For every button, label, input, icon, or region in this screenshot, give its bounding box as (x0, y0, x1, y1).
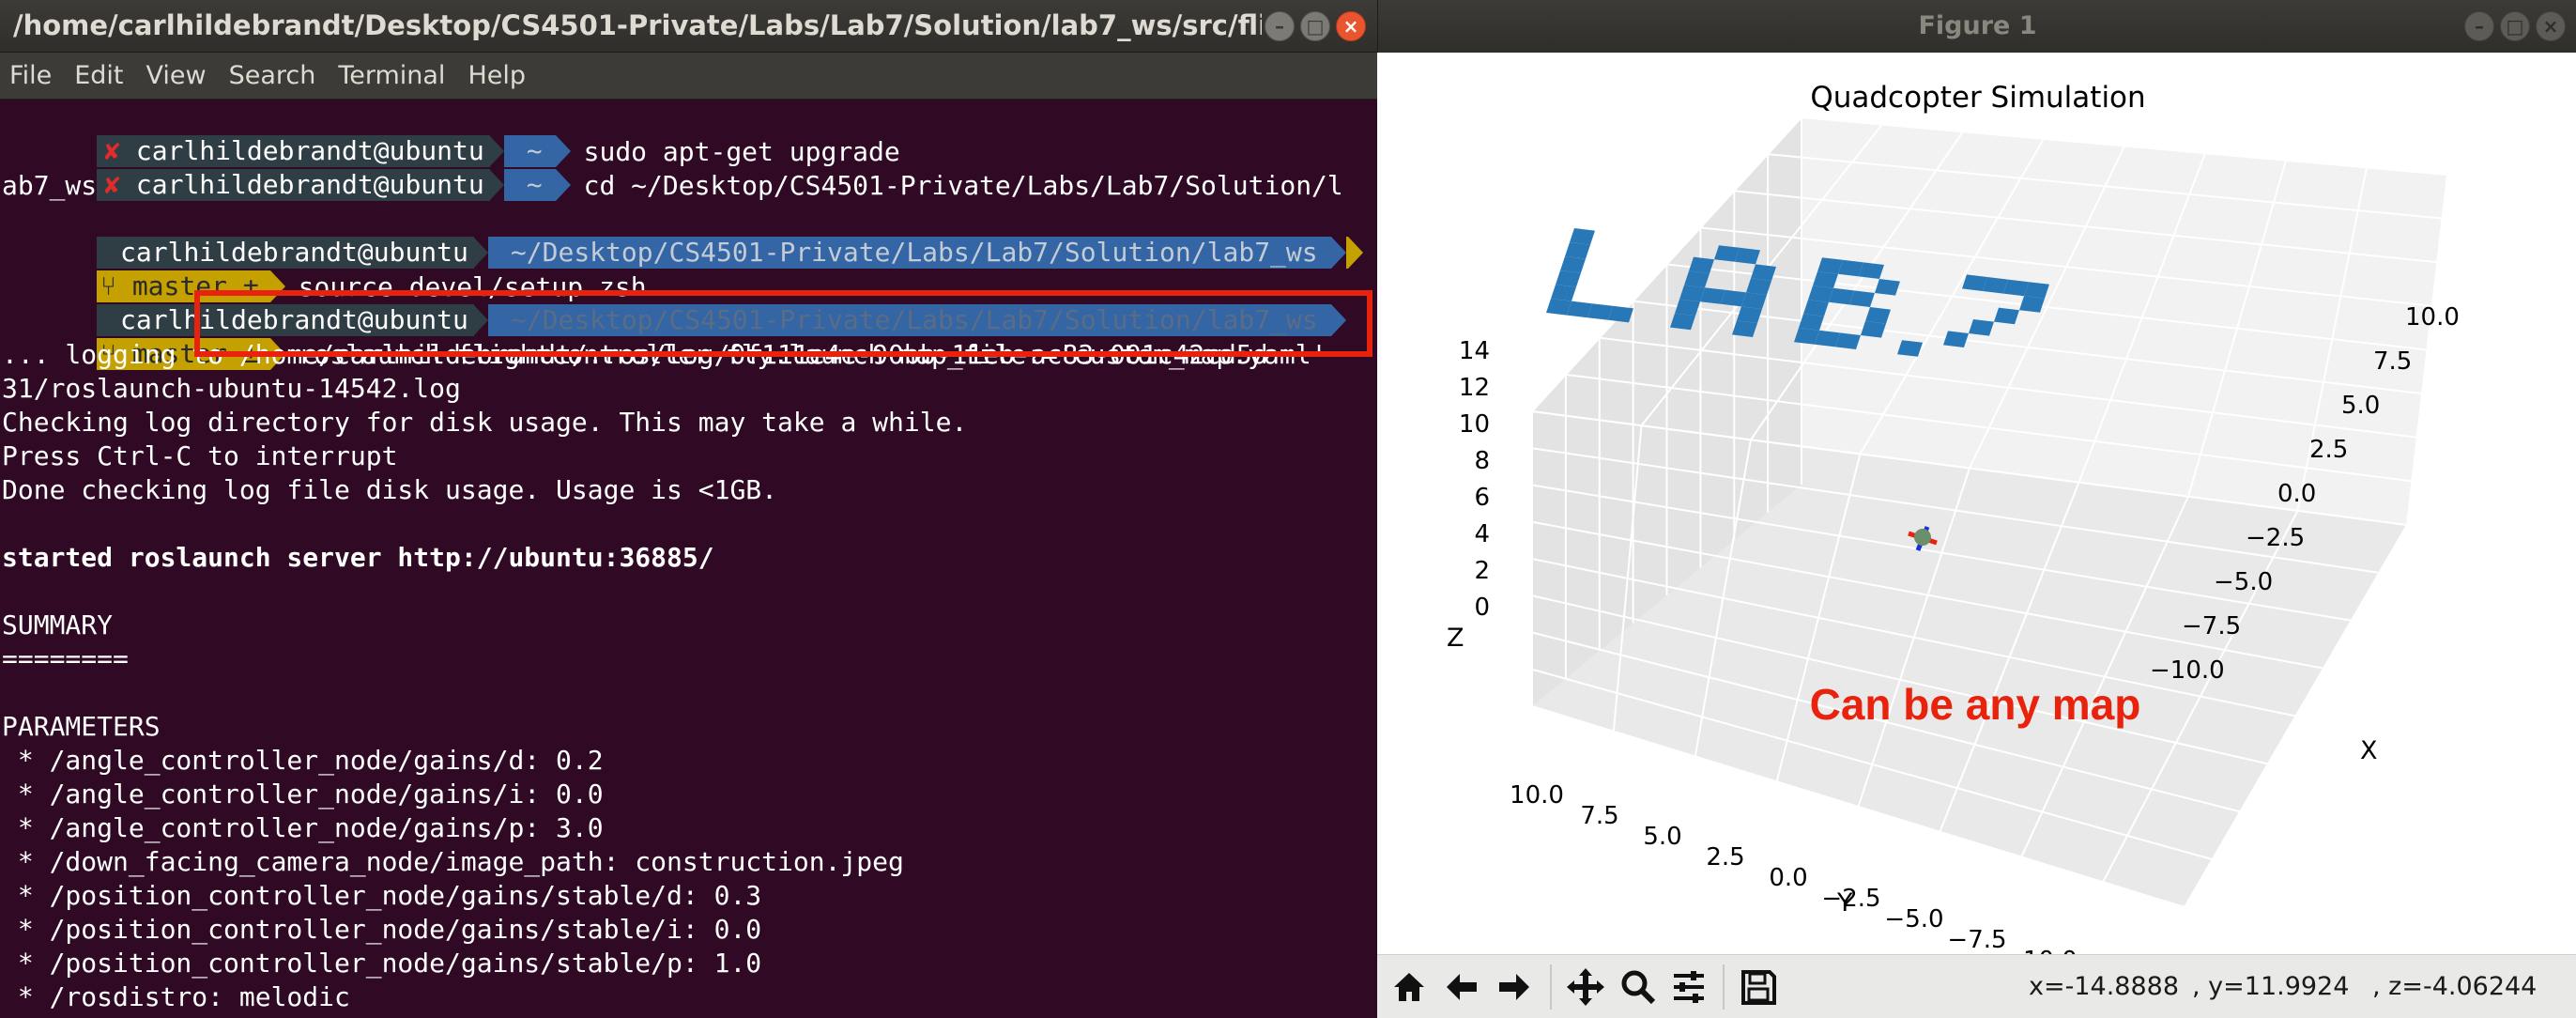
z-tick-label: 10 (1459, 410, 1490, 439)
x-tick-label: −2.5 (2246, 524, 2305, 552)
param-line: * /rosdistro: melodic (2, 981, 350, 1012)
save-icon[interactable] (1734, 963, 1783, 1011)
zoom-icon[interactable] (1614, 963, 1663, 1011)
prompt-line: ⑂ master ± source devel/setup.zsh (2, 237, 647, 302)
voxel-block (1551, 285, 1576, 301)
y-tick-label: 0.0 (1769, 864, 1807, 892)
output-line: PARAMETERS (2, 711, 161, 742)
menu-search[interactable]: Search (229, 61, 316, 90)
pan-icon[interactable] (1561, 963, 1610, 1011)
param-line: * /position_controller_node/gains/stable… (2, 880, 762, 911)
y-tick-label: 10.0 (1510, 781, 1564, 810)
minimize-icon[interactable]: – (1265, 11, 1295, 41)
x-tick-label: −5.0 (2214, 568, 2273, 596)
z-tick-label: 4 (1474, 520, 1490, 548)
maximize-icon[interactable]: □ (1300, 11, 1330, 41)
x-tick-label: 7.5 (2373, 347, 2412, 376)
coord-z: , z=-4.06244 (2372, 972, 2538, 1001)
command-text: cd ~/Desktop/CS4501-Private/Labs/Lab7/So… (583, 170, 1343, 201)
prompt-line: carlhildebrandt@ubuntu ~/Desktop/CS4501-P… (2, 203, 1363, 269)
close-icon[interactable]: × (1336, 11, 1366, 41)
error-mark-icon: ✘ (104, 169, 121, 200)
map-annotation: Can be any map (1810, 680, 2141, 729)
z-tick-label: 2 (1474, 557, 1490, 585)
figure-window: Figure 1 – □ × Quadcopter Simulation 14 1… (1377, 0, 2576, 1018)
x-tick-label: 10.0 (2405, 303, 2460, 332)
param-line: * /angle_controller_node/gains/p: 3.0 (2, 812, 604, 843)
figure-toolbar: x=-14.8888 , y=11.9924 , z=-4.06244 (1377, 954, 2576, 1018)
voxel-block (1570, 228, 1595, 245)
terminal-menubar: File Edit View Search Terminal Help (0, 53, 1377, 100)
y-tick-label: −7.5 (1947, 926, 2006, 954)
terminal-title: /home/carlhildebrandt/Desktop/CS4501-Pri… (13, 9, 1262, 41)
param-line: * /angle_controller_node/gains/i: 0.0 (2, 779, 604, 810)
y-tick-label: 2.5 (1706, 843, 1744, 871)
prompt-user: carlhildebrandt@ubuntu (135, 169, 484, 200)
menu-file[interactable]: File (9, 61, 52, 90)
x-tick-label: 2.5 (2309, 436, 2348, 464)
maximize-icon[interactable]: □ (2500, 11, 2530, 41)
x-tick-label: −7.5 (2182, 612, 2241, 640)
highlight-box (194, 290, 1372, 357)
y-tick-label: 5.0 (1643, 823, 1681, 851)
z-tick-label: 14 (1459, 337, 1490, 365)
plot-canvas[interactable]: Quadcopter Simulation 14 12 10 8 6 4 2 0 10.0 7.… (1377, 53, 2576, 954)
prompt-dir-segment: ~ (503, 169, 556, 201)
prompt-host-segment: ✘ carlhildebrandt@ubuntu (97, 169, 490, 201)
output-line: Checking log directory for disk usage. T… (2, 407, 968, 438)
output-line: 31/roslaunch-ubuntu-14542.log (2, 373, 461, 404)
z-tick-label: 8 (1474, 447, 1490, 475)
y-tick-label: 7.5 (1580, 802, 1618, 830)
x-tick-label: 5.0 (2341, 392, 2380, 420)
coord-y: , y=11.9924 (2192, 972, 2350, 1001)
param-line: * /position_controller_node/gains/stable… (2, 914, 762, 945)
param-line: * /down_facing_camera_node/image_path: c… (2, 846, 904, 877)
voxel-block (1556, 270, 1581, 287)
forward-arrow-icon[interactable] (1490, 963, 1539, 1011)
z-tick-label: 0 (1474, 594, 1490, 622)
menu-help[interactable]: Help (468, 61, 526, 90)
voxel-block (1560, 256, 1586, 273)
prompt-line: ✘ carlhildebrandt@ubuntu ~ cd ~/Desktop/CS… (2, 135, 1343, 201)
menu-terminal[interactable]: Terminal (338, 61, 445, 90)
home-icon[interactable] (1385, 963, 1434, 1011)
z-tick-label: 6 (1474, 484, 1490, 512)
z-axis-ticks: 14 12 10 8 6 4 2 0 (1459, 337, 1490, 622)
x-axis-label: X (2360, 736, 2378, 765)
terminal-window: /home/carlhildebrandt/Desktop/CS4501-Pri… (0, 0, 1377, 1018)
terminal-output[interactable]: ✘ carlhildebrandt@ubuntu ~ sudo apt-get up… (0, 100, 1377, 1018)
configure-subplots-icon[interactable] (1664, 963, 1713, 1011)
minimize-icon[interactable]: – (2464, 11, 2494, 41)
z-axis-label: Z (1447, 624, 1464, 653)
output-line: ======== (2, 643, 129, 674)
y-tick-label: −10.0 (2002, 947, 2078, 954)
output-line: Press Ctrl-C to interrupt (2, 440, 398, 471)
menu-edit[interactable]: Edit (74, 61, 123, 90)
output-line: started roslaunch server http://ubuntu:3… (2, 542, 714, 573)
figure-titlebar[interactable]: Figure 1 – □ × (1377, 0, 2576, 53)
param-line: * /position_controller_node/gains/stable… (2, 948, 762, 979)
z-tick-label: 12 (1459, 374, 1490, 402)
x-tick-label: −10.0 (2150, 656, 2225, 685)
y-tick-label: −5.0 (1884, 905, 1943, 933)
menu-view[interactable]: View (146, 61, 206, 90)
coord-x: x=-14.8888 (2029, 972, 2179, 1001)
close-icon[interactable]: × (2536, 11, 2566, 41)
back-arrow-icon[interactable] (1437, 963, 1486, 1011)
x-tick-label: 0.0 (2277, 480, 2316, 508)
y-axis-label: Y (1836, 888, 1853, 918)
prompt-line: ✘ carlhildebrandt@ubuntu ~ sudo apt-get up… (2, 101, 900, 167)
voxel-block (1565, 242, 1590, 259)
terminal-titlebar[interactable]: /home/carlhildebrandt/Desktop/CS4501-Pri… (0, 0, 1377, 53)
output-line: SUMMARY (2, 609, 114, 640)
plot-title: Quadcopter Simulation (1810, 81, 2145, 115)
output-line: Done checking log file disk usage. Usage… (2, 474, 778, 505)
output-line: ab7_ws (2, 170, 98, 201)
param-line: * /angle_controller_node/gains/d: 0.2 (2, 745, 604, 776)
figure-title: Figure 1 (1918, 11, 2037, 40)
